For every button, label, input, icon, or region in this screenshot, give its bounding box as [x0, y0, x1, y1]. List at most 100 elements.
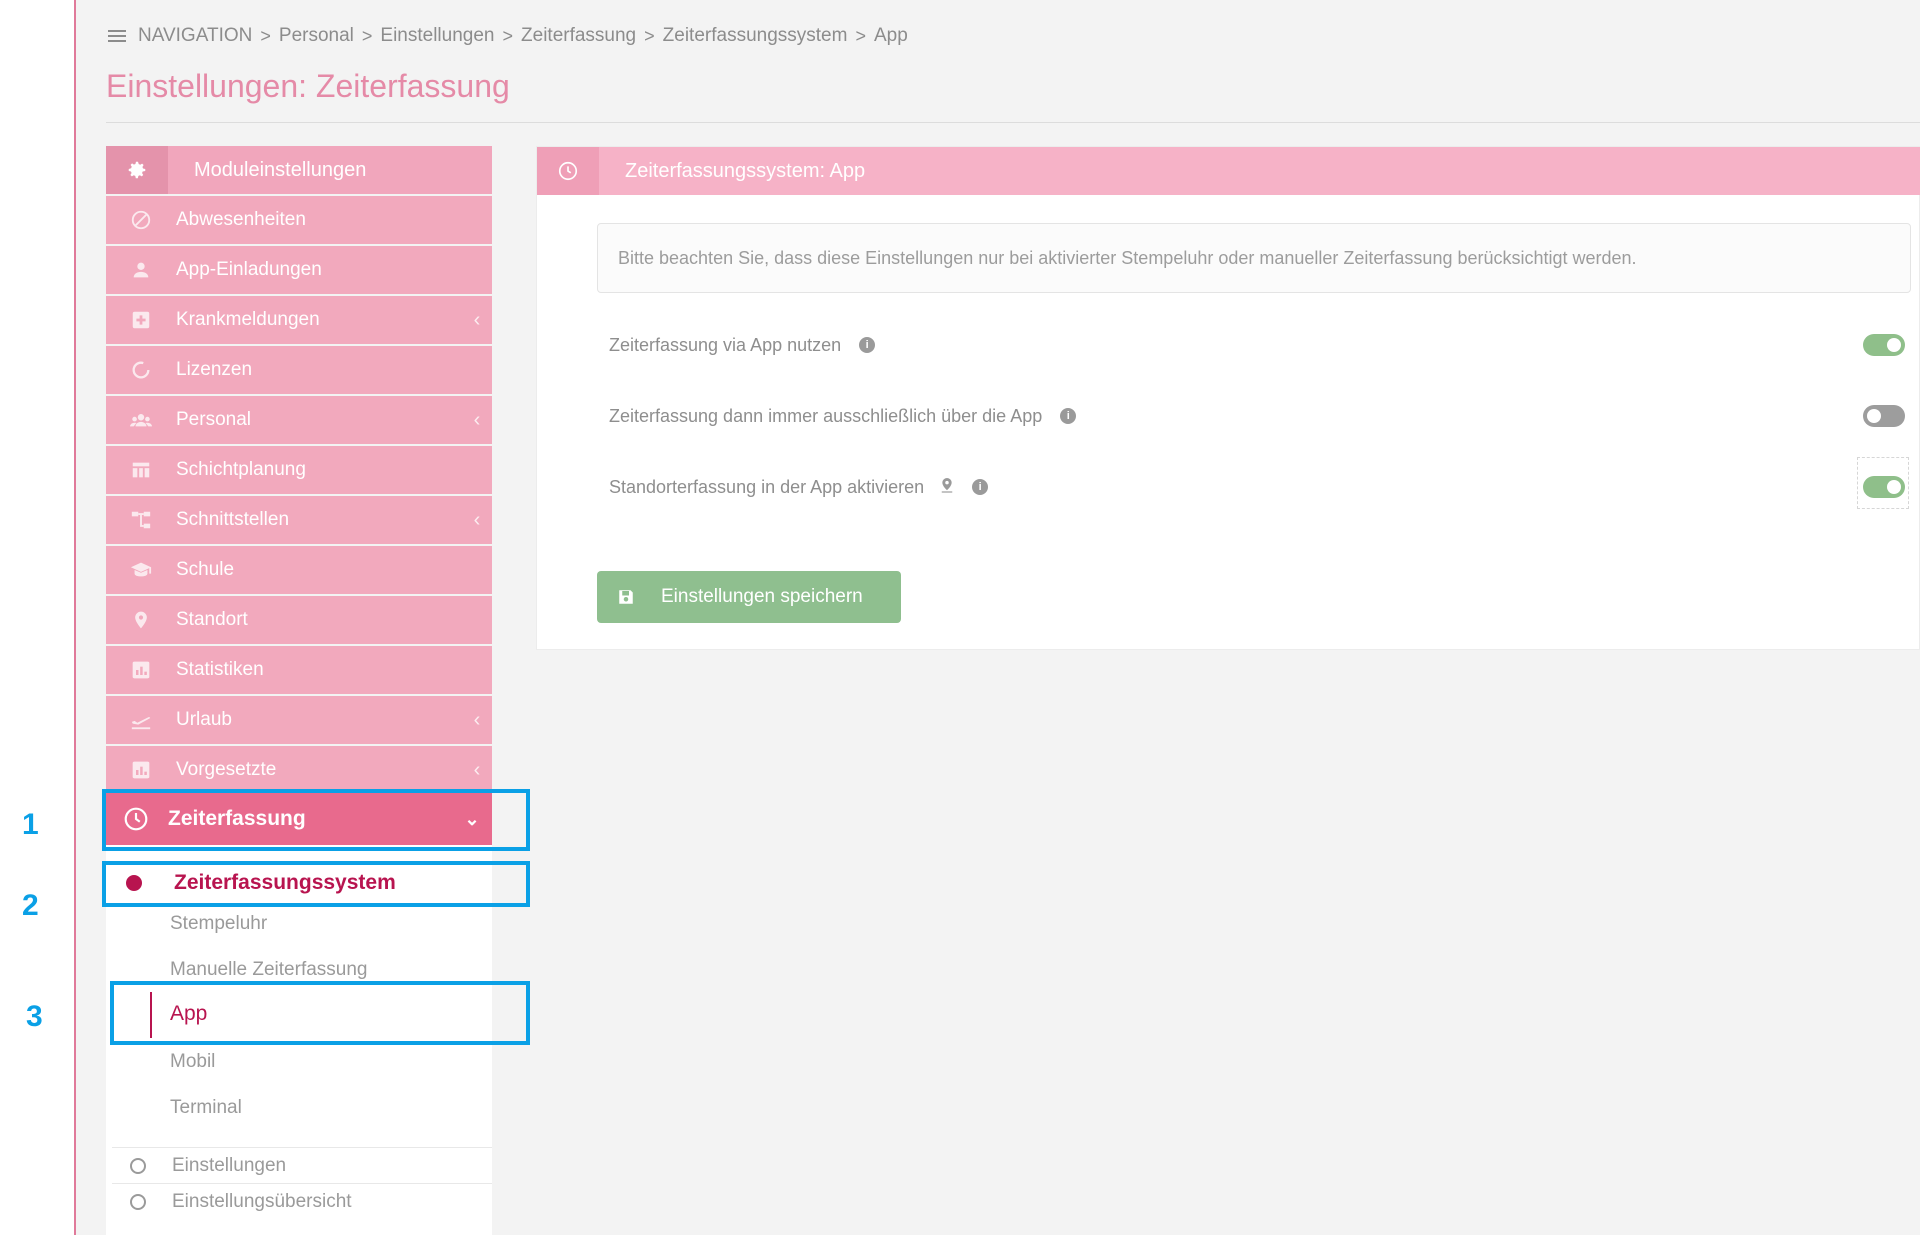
toggle-ausschliesslich-app[interactable] [1863, 405, 1905, 427]
clock-icon [537, 147, 599, 195]
settings-panel: Zeiterfassungssystem: App Bitte beachten… [536, 146, 1920, 650]
breadcrumb-separator: > [502, 25, 514, 46]
sidebar-item-krankmeldungen[interactable]: Krankmeldungen ‹ [106, 296, 492, 344]
sidebar-item-vorgesetzte[interactable]: Vorgesetzte ‹ [106, 746, 492, 794]
sidebar-item-label: Schnittstellen [176, 509, 290, 530]
info-icon[interactable]: i [1060, 408, 1077, 424]
sidebar-header: Moduleinstellungen [106, 146, 492, 194]
setting-row-app-nutzen: Zeiterfassung via App nutzen i [609, 330, 876, 360]
sidebar-item-urlaub[interactable]: Urlaub ‹ [106, 696, 492, 744]
sidebar-item-label: Lizenzen [176, 359, 253, 380]
chevron-left-icon: ‹ [473, 758, 481, 781]
annotation-number-2: 2 [22, 889, 39, 922]
map-pin-icon [940, 476, 954, 499]
gear-icon [106, 146, 168, 194]
breadcrumb-item-zeiterfassung[interactable]: Zeiterfassung [521, 25, 636, 47]
setting-label: Zeiterfassung dann immer ausschließlich … [609, 405, 1043, 426]
breadcrumb-separator: > [361, 25, 373, 46]
sidebar-item-personal[interactable]: Personal ‹ [106, 396, 492, 444]
breadcrumb-item-app: App [873, 25, 908, 46]
page-title: Einstellungen: Zeiterfassung [106, 68, 510, 104]
breadcrumb-separator: > [260, 25, 271, 46]
breadcrumb-item-zeiterfassungssystem[interactable]: Zeiterfassungssystem [663, 25, 848, 47]
bar-chart-icon [106, 760, 176, 780]
map-pin-icon [106, 609, 176, 631]
sidebar-item-label: Vorgesetzte [176, 759, 277, 780]
sidebar-item-label: App-Einladungen [176, 259, 322, 280]
info-icon[interactable]: i [859, 337, 876, 353]
floppy-disk-icon [617, 588, 657, 606]
setting-row-standorterfassung: Standorterfassung in der App aktivieren … [609, 472, 989, 502]
graduation-cap-icon [106, 559, 176, 581]
settings-sidebar: Moduleinstellungen Abwesenheiten App-Ein… [106, 146, 492, 794]
save-button-label: Einstellungen speichern [661, 586, 863, 607]
circle-notch-icon [106, 359, 176, 381]
empty-circle-icon [130, 1193, 146, 1210]
plane-departure-icon [106, 709, 176, 731]
submenu-item-einstellungen[interactable]: Einstellungen [112, 1147, 492, 1183]
title-divider [106, 122, 1920, 123]
save-settings-button[interactable]: Einstellungen speichern [597, 571, 901, 623]
info-icon[interactable]: i [972, 479, 989, 495]
annotation-number-1: 1 [22, 808, 39, 841]
annotation-box-3 [110, 981, 530, 1045]
toggle-standorterfassung[interactable] [1863, 476, 1905, 498]
annotation-box-2 [102, 861, 530, 907]
sidebar-item-schichtplanung[interactable]: Schichtplanung [106, 446, 492, 494]
sidebar-item-label: Krankmeldungen [176, 309, 320, 330]
hamburger-icon[interactable] [108, 29, 126, 43]
sidebar-item-lizenzen[interactable]: Lizenzen [106, 346, 492, 394]
content-area: NAVIGATION > Personal > Einstellungen > … [76, 0, 1920, 1235]
sidebar-item-label: Schichtplanung [176, 459, 306, 480]
breadcrumb-item-personal[interactable]: Personal [279, 25, 354, 47]
sidebar-item-label: Standort [176, 609, 248, 630]
submenu-item-einstellungsuebersicht[interactable]: Einstellungsübersicht [112, 1183, 492, 1219]
sidebar-item-schnittstellen[interactable]: Schnittstellen ‹ [106, 496, 492, 544]
sidebar-item-abwesenheiten[interactable]: Abwesenheiten [106, 196, 492, 244]
sidebar-item-standort[interactable]: Standort [106, 596, 492, 644]
panel-title: Zeiterfassungssystem: App [625, 159, 866, 182]
submenu-leaf-manuelle-zeiterfassung[interactable]: Manuelle Zeiterfassung [170, 959, 368, 981]
setting-label: Standorterfassung in der App aktivieren [609, 476, 925, 497]
sidebar-item-label: Urlaub [176, 709, 232, 730]
chevron-left-icon: ‹ [473, 708, 481, 731]
breadcrumb-separator: > [855, 25, 866, 46]
sidebar-item-label: Personal [176, 409, 251, 430]
submenu-item-label: Einstellungen [172, 1154, 287, 1176]
empty-circle-icon [130, 1157, 146, 1174]
medical-plus-icon [106, 309, 176, 331]
user-icon [106, 259, 176, 281]
users-icon [106, 409, 176, 431]
chevron-left-icon: ‹ [473, 308, 481, 331]
sidebar-item-label: Statistiken [176, 659, 264, 680]
toggle-app-nutzen[interactable] [1863, 334, 1905, 356]
chevron-left-icon: ‹ [473, 508, 481, 531]
chevron-left-icon: ‹ [473, 408, 481, 431]
breadcrumb: NAVIGATION > Personal > Einstellungen > … [108, 24, 908, 48]
setting-label: Zeiterfassung via App nutzen [609, 334, 842, 355]
sidebar-item-app-einladungen[interactable]: App-Einladungen [106, 246, 492, 294]
annotation-number-3: 3 [26, 1000, 43, 1033]
annotation-box-1 [102, 789, 530, 851]
submenu-item-label: Einstellungsübersicht [172, 1190, 352, 1212]
panel-header: Zeiterfassungssystem: App [537, 147, 1920, 195]
sitemap-icon [106, 509, 176, 531]
slash-circle-icon [106, 209, 176, 231]
setting-row-ausschliesslich-app: Zeiterfassung dann immer ausschließlich … [609, 401, 1077, 431]
bar-chart-icon [106, 660, 176, 680]
submenu-leaf-terminal[interactable]: Terminal [170, 1097, 242, 1119]
app-root: NAVIGATION > Personal > Einstellungen > … [0, 0, 1920, 1235]
sidebar-item-label: Abwesenheiten [176, 209, 306, 230]
sidebar-item-statistiken[interactable]: Statistiken [106, 646, 492, 694]
submenu-leaf-stempeluhr[interactable]: Stempeluhr [170, 913, 267, 935]
info-notice: Bitte beachten Sie, dass diese Einstellu… [597, 223, 1911, 293]
sidebar-item-label: Schule [176, 559, 235, 580]
breadcrumb-item-navigation[interactable]: NAVIGATION [138, 25, 252, 47]
breadcrumb-item-einstellungen[interactable]: Einstellungen [380, 25, 494, 47]
left-gutter [0, 0, 75, 1235]
breadcrumb-separator: > [644, 25, 655, 46]
calendar-grid-icon [106, 459, 176, 481]
sidebar-item-schule[interactable]: Schule [106, 546, 492, 594]
submenu-leaf-mobil[interactable]: Mobil [170, 1051, 215, 1073]
sidebar-header-label: Moduleinstellungen [194, 158, 367, 181]
